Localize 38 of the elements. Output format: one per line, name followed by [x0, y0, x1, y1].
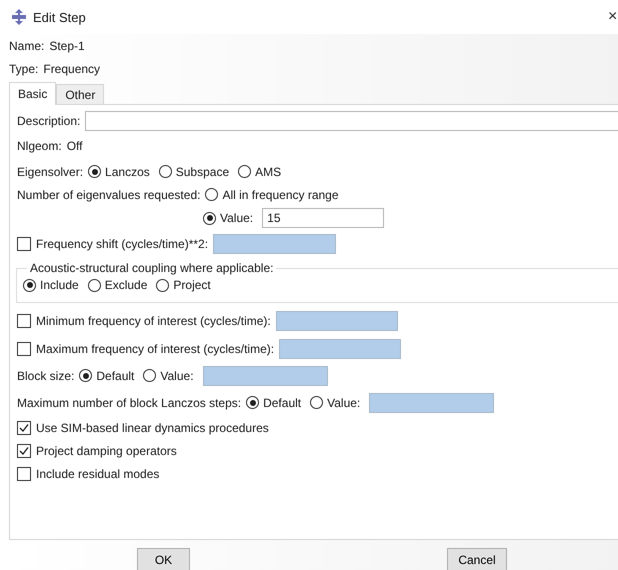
radio-button[interactable]: Value:: [203, 211, 254, 225]
radio-button[interactable]: Exclude: [88, 278, 148, 292]
option-label: Include residual modes: [36, 466, 160, 480]
cancel-button[interactable]: Cancel: [447, 548, 507, 570]
tab[interactable]: Basic: [9, 82, 56, 105]
radio-button[interactable]: All in frequency range: [205, 188, 339, 202]
window-title: Edit Step: [33, 10, 87, 24]
tab[interactable]: Other: [56, 84, 104, 104]
ok-button[interactable]: OK: [137, 548, 190, 570]
step-icon: [11, 9, 27, 25]
radio-button[interactable]: Lanczos: [88, 164, 150, 178]
radio-button[interactable]: Include: [23, 278, 79, 292]
frequency-shift-label: Frequency shift (cycles/time)**2:: [36, 236, 208, 250]
description-label: Description:: [17, 114, 80, 128]
eigensolver-label: Eigensolver:: [17, 164, 84, 178]
min-frequency-label: Minimum frequency of interest (cycles/time):: [36, 314, 271, 328]
coupling-title: Acoustic-structural coupling where applicable:: [29, 261, 274, 275]
name-value: Step-1: [49, 38, 85, 52]
option-label: Use SIM-based linear dynamics procedures: [36, 420, 269, 434]
type-label: Type:: [9, 62, 38, 76]
type-value: Frequency: [43, 62, 100, 76]
radio-button[interactable]: AMS: [238, 164, 282, 178]
close-button[interactable]: ×: [608, 8, 618, 26]
description-field[interactable]: [85, 111, 618, 131]
checkbox[interactable]: [17, 420, 31, 434]
nlgeom-label: Nlgeom:: [17, 139, 62, 153]
name-label: Name:: [9, 38, 44, 52]
eigenvalues-label: Number of eigenvalues requested:: [17, 188, 200, 202]
radio-button[interactable]: Subspace: [158, 164, 230, 178]
radio-button[interactable]: Project: [156, 278, 211, 292]
nlgeom-value: Off: [66, 139, 82, 153]
checkbox[interactable]: [17, 444, 31, 458]
checkbox[interactable]: [17, 466, 31, 480]
option-label: Project damping operators: [36, 444, 177, 458]
value-field[interactable]: 15: [262, 208, 384, 228]
block-size-label: Block size:: [17, 368, 74, 382]
max-frequency-label: Maximum frequency of interest (cycles/time):: [36, 342, 274, 356]
lanczos-steps-label: Maximum number of block Lanczos steps:: [17, 396, 242, 410]
